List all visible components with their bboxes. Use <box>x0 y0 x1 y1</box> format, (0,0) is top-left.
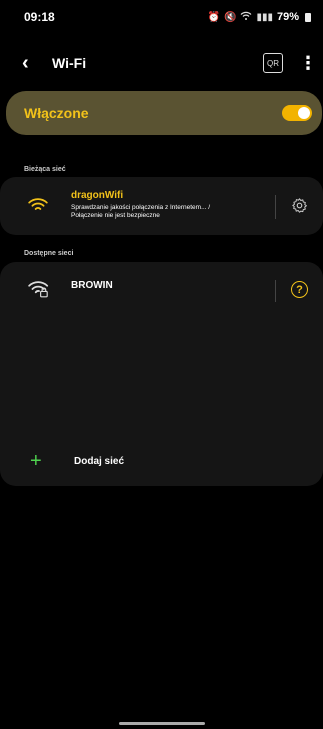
current-network-status-line2: Połączenie nie jest bezpieczne <box>71 212 160 219</box>
page-title: Wi-Fi <box>52 55 87 71</box>
add-network-label: Dodaj sieć <box>74 456 125 467</box>
current-network-card[interactable]: dragonWifi Sprawdzanie jakości połączeni… <box>0 177 323 235</box>
wifi-status-icon <box>240 11 252 24</box>
current-network-header: Bieżąca sieć <box>24 166 66 173</box>
status-bar: 09:18 ⏰ 🔇 ▮▮▮ 79% <box>0 0 323 34</box>
mute-icon: 🔇 <box>224 11 237 23</box>
plus-icon: + <box>30 450 42 472</box>
wifi-master-switch-row[interactable]: Włączone <box>6 91 322 135</box>
alarm-icon: ⏰ <box>207 11 220 23</box>
divider <box>275 280 276 302</box>
wifi-connected-icon <box>28 197 48 218</box>
current-network-status-line1: Sprawdzanie jakości połączenia z Interne… <box>71 204 211 211</box>
back-arrow-icon[interactable]: ‹ <box>22 52 44 75</box>
toggle-knob <box>298 107 310 119</box>
status-icons: ⏰ 🔇 ▮▮▮ 79% <box>208 11 311 24</box>
more-vert-icon[interactable]: ⋮ <box>299 53 317 74</box>
wifi-toggle[interactable] <box>282 105 312 121</box>
current-network-info: dragonWifi Sprawdzanie jakości połączeni… <box>71 190 210 220</box>
app-bar: ‹ Wi-Fi QR ⋮ <box>0 46 323 80</box>
gear-icon[interactable] <box>291 197 308 219</box>
available-networks-header: Dostępne sieci <box>24 250 74 257</box>
signal-icon: ▮▮▮ <box>256 11 273 23</box>
divider <box>275 195 276 219</box>
current-network-name: dragonWifi <box>71 190 124 201</box>
add-network-row[interactable]: + Dodaj sieć <box>30 450 124 473</box>
status-time: 09:18 <box>24 10 55 24</box>
battery-icon <box>305 12 311 22</box>
network-name: BROWIN <box>71 280 113 291</box>
wifi-locked-icon <box>28 280 50 303</box>
master-switch-label: Włączone <box>24 105 89 121</box>
gesture-nav-handle[interactable] <box>119 722 205 725</box>
qr-scan-icon[interactable]: QR <box>263 53 283 73</box>
network-list-item[interactable]: BROWIN <box>71 280 113 291</box>
help-icon[interactable]: ? <box>291 281 308 298</box>
battery-percent: 79% <box>276 11 299 23</box>
